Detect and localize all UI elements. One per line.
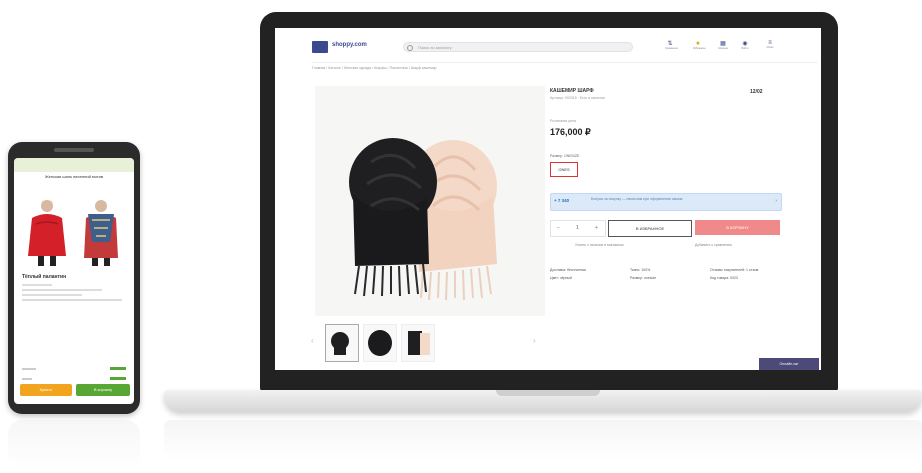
phone-product-image-red[interactable] — [22, 196, 72, 268]
breadcrumb[interactable]: Главная / Каталог / Женская одежда / Шар… — [312, 66, 436, 70]
scarf-illustration — [349, 138, 497, 301]
spec-item: Размер: onesize — [630, 276, 657, 280]
size-label: Размер: ONESIZE — [550, 154, 580, 158]
site-logo-text[interactable]: shoppy.com — [332, 42, 367, 48]
product-subtitle: Артикул: 002315 · Есть в наличии — [550, 96, 605, 100]
price-label: Розничная цена — [550, 119, 576, 123]
bonus-info-bar: + 7 340 Бонусы за покупку — начислим при… — [550, 193, 782, 211]
thumb-image — [368, 330, 392, 356]
laptop-reflection — [164, 420, 922, 460]
favorites-icon[interactable]: ★ Избранное — [693, 40, 706, 58]
laptop-screen: shoppy.com Поиск по каталогу ⇅ Сравнение … — [275, 28, 821, 370]
compare-link[interactable]: Добавить к сравнению — [695, 243, 732, 247]
compare-icon[interactable]: ⇅ Сравнение — [665, 40, 678, 58]
phone-status-bar — [14, 158, 134, 172]
phone-device: Женская шаль весенний мотив Тёплый палан… — [8, 142, 140, 414]
menu-icon[interactable]: ≡ Меню — [765, 40, 775, 58]
phone-option-row — [22, 376, 126, 381]
spec-item: Доставка: бесплатная — [550, 268, 586, 272]
phone-reflection — [8, 420, 140, 470]
info-chevron-icon[interactable]: › — [775, 198, 777, 204]
thumb-image — [408, 331, 430, 355]
store-availability-link[interactable]: Узнать о наличии в магазинах — [575, 243, 624, 247]
user-icon[interactable]: ◉ Войти — [740, 40, 750, 58]
phone-product-image-scarf[interactable] — [76, 196, 126, 268]
phone-page-title: Женская шаль весенний мотив — [45, 174, 103, 179]
quantity-stepper[interactable]: − 1 + — [550, 220, 606, 237]
qty-minus-button[interactable]: − — [557, 221, 560, 236]
thumb-prev-arrow-icon[interactable]: ‹ — [311, 336, 314, 345]
phone-product-name: Тёплый палантин — [22, 274, 67, 280]
phone-screen: Женская шаль весенний мотив Тёплый палан… — [14, 158, 134, 404]
search-icon — [407, 45, 413, 51]
bonus-text: Бонусы за покупку — начислим при оформле… — [591, 197, 683, 201]
menu-label: Меню — [766, 46, 774, 49]
cart-label: Корзина — [718, 47, 728, 50]
phone-cart-button[interactable]: В корзину — [76, 384, 130, 396]
size-option[interactable]: ONES — [550, 162, 578, 177]
laptop-notch — [496, 390, 600, 396]
product-thumbnail[interactable] — [325, 324, 359, 362]
product-title: КАШЕМИР ШАРФ — [550, 88, 594, 94]
online-chat-button[interactable]: Онлайн-чат — [759, 358, 819, 370]
phone-option-row — [22, 366, 126, 371]
header-divider — [312, 62, 817, 63]
thumb-next-arrow-icon[interactable]: › — [533, 336, 536, 345]
thumb-image — [331, 332, 349, 355]
cart-icon[interactable]: ▦ Корзина — [718, 40, 728, 58]
spec-item: Отзывы покупателей: 1 отзыв — [710, 268, 759, 272]
product-code: 12/02 — [750, 89, 763, 95]
site-logo-icon[interactable] — [312, 41, 328, 53]
add-to-favorites-button[interactable]: В ИЗБРАННОЕ — [608, 220, 692, 237]
product-main-image[interactable] — [315, 86, 545, 316]
user-label: Войти — [741, 47, 749, 50]
spec-item: Ткань: 100% — [630, 268, 651, 272]
bonus-amount: + 7 340 — [554, 198, 570, 203]
search-input[interactable]: Поиск по каталогу — [403, 42, 633, 52]
phone-buy-button[interactable]: Купить — [20, 384, 72, 396]
favorites-label: Избранное — [693, 47, 706, 50]
product-thumbnail[interactable] — [363, 324, 397, 362]
product-price: 176,000 ₽ — [550, 127, 591, 137]
compare-label: Сравнение — [665, 47, 678, 50]
spec-item: Код товара: 0023 — [710, 276, 738, 280]
qty-value[interactable]: 1 — [576, 221, 579, 236]
qty-plus-button[interactable]: + — [595, 221, 598, 236]
spec-item: Цвет: чёрный — [550, 276, 572, 280]
phone-speaker — [54, 148, 94, 152]
add-to-cart-button[interactable]: В КОРЗИНУ — [695, 220, 780, 235]
phone-description — [22, 284, 122, 304]
product-thumbnail[interactable] — [401, 324, 435, 362]
